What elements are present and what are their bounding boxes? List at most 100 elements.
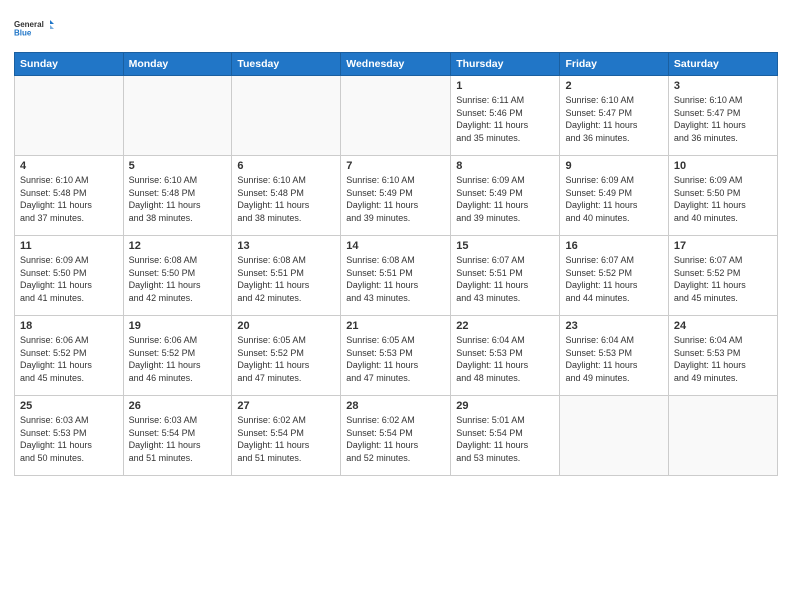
- day-info: Sunrise: 6:09 AMSunset: 5:49 PMDaylight:…: [565, 174, 662, 224]
- day-info: Sunrise: 6:03 AMSunset: 5:53 PMDaylight:…: [20, 414, 118, 464]
- calendar-cell: 2Sunrise: 6:10 AMSunset: 5:47 PMDaylight…: [560, 76, 668, 156]
- day-number: 27: [237, 400, 335, 412]
- day-number: 18: [20, 320, 118, 332]
- day-number: 9: [565, 160, 662, 172]
- day-number: 4: [20, 160, 118, 172]
- calendar-cell: 8 Sunrise: 6:09 AMSunset: 5:49 PMDaylight…: [451, 156, 560, 236]
- calendar-table: SundayMondayTuesdayWednesdayThursdayFrid…: [14, 52, 778, 476]
- day-info: Sunrise: 6:07 AMSunset: 5:52 PMDaylight:…: [674, 254, 772, 304]
- calendar-cell: 6 Sunrise: 6:10 AMSunset: 5:48 PMDaylight…: [232, 156, 341, 236]
- day-number: 23: [565, 320, 662, 332]
- calendar-header-row: SundayMondayTuesdayWednesdayThursdayFrid…: [15, 53, 778, 76]
- page: General Blue SundayMondayTuesdayWednesda…: [0, 0, 792, 612]
- calendar-day-header: Tuesday: [232, 53, 341, 76]
- day-info: Sunrise: 6:05 AMSunset: 5:53 PMDaylight:…: [346, 334, 445, 384]
- calendar-cell: 20 Sunrise: 6:05 AMSunset: 5:52 PMDayligh…: [232, 316, 341, 396]
- day-number: 3: [674, 80, 772, 92]
- day-number: 19: [129, 320, 227, 332]
- calendar-day-header: Monday: [123, 53, 232, 76]
- calendar-cell: 3 Sunrise: 6:10 AMSunset: 5:47 PMDaylight…: [668, 76, 777, 156]
- calendar-week-row: 25 Sunrise: 6:03 AMSunset: 5:53 PMDayligh…: [15, 396, 778, 476]
- calendar-body: 1 Sunrise: 6:11 AMSunset: 5:46 PMDaylight…: [15, 76, 778, 476]
- day-info: Sunrise: 6:02 AMSunset: 5:54 PMDaylight:…: [237, 414, 335, 464]
- day-number: 2: [565, 80, 662, 92]
- day-info: Sunrise: 6:05 AMSunset: 5:52 PMDaylight:…: [237, 334, 335, 384]
- day-number: 26: [129, 400, 227, 412]
- calendar-cell: [341, 76, 451, 156]
- header: General Blue: [14, 10, 778, 46]
- day-number: 16: [565, 240, 662, 252]
- day-number: 25: [20, 400, 118, 412]
- day-number: 14: [346, 240, 445, 252]
- day-info: Sunrise: 6:10 AMSunset: 5:47 PMDaylight:…: [674, 94, 772, 144]
- calendar-week-row: 1 Sunrise: 6:11 AMSunset: 5:46 PMDaylight…: [15, 76, 778, 156]
- day-number: 8: [456, 160, 554, 172]
- day-number: 7: [346, 160, 445, 172]
- calendar-cell: 29Sunrise: 5:01 AMSunset: 5:54 PMDayligh…: [451, 396, 560, 476]
- calendar-cell: 22Sunrise: 6:04 AMSunset: 5:53 PMDayligh…: [451, 316, 560, 396]
- calendar-cell: 18 Sunrise: 6:06 AMSunset: 5:52 PMDayligh…: [15, 316, 124, 396]
- calendar-cell: 5Sunrise: 6:10 AMSunset: 5:48 PMDaylight…: [123, 156, 232, 236]
- day-number: 13: [237, 240, 335, 252]
- calendar-cell: [15, 76, 124, 156]
- calendar-cell: 27 Sunrise: 6:02 AMSunset: 5:54 PMDayligh…: [232, 396, 341, 476]
- day-info: Sunrise: 6:09 AMSunset: 5:50 PMDaylight:…: [674, 174, 772, 224]
- day-number: 20: [237, 320, 335, 332]
- day-number: 28: [346, 400, 445, 412]
- calendar-day-header: Sunday: [15, 53, 124, 76]
- day-info: Sunrise: 6:08 AMSunset: 5:51 PMDaylight:…: [346, 254, 445, 304]
- calendar-cell: 26 Sunrise: 6:03 AMSunset: 5:54 PMDayligh…: [123, 396, 232, 476]
- day-info: Sunrise: 6:04 AMSunset: 5:53 PMDaylight:…: [456, 334, 554, 384]
- day-info: Sunrise: 6:06 AMSunset: 5:52 PMDaylight:…: [20, 334, 118, 384]
- day-info: Sunrise: 6:08 AMSunset: 5:50 PMDaylight:…: [129, 254, 227, 304]
- day-info: Sunrise: 6:10 AMSunset: 5:48 PMDaylight:…: [129, 174, 227, 224]
- calendar-cell: [560, 396, 668, 476]
- calendar-cell: 19 Sunrise: 6:06 AMSunset: 5:52 PMDayligh…: [123, 316, 232, 396]
- calendar-cell: 10 Sunrise: 6:09 AMSunset: 5:50 PMDayligh…: [668, 156, 777, 236]
- day-number: 15: [456, 240, 554, 252]
- day-info: Sunrise: 6:10 AMSunset: 5:48 PMDaylight:…: [20, 174, 118, 224]
- calendar-cell: 9 Sunrise: 6:09 AMSunset: 5:49 PMDaylight…: [560, 156, 668, 236]
- day-info: Sunrise: 6:04 AMSunset: 5:53 PMDaylight:…: [674, 334, 772, 384]
- day-number: 29: [456, 400, 554, 412]
- day-info: Sunrise: 6:09 AMSunset: 5:49 PMDaylight:…: [456, 174, 554, 224]
- logo: General Blue: [14, 10, 54, 46]
- calendar-day-header: Saturday: [668, 53, 777, 76]
- day-info: Sunrise: 6:10 AMSunset: 5:49 PMDaylight:…: [346, 174, 445, 224]
- calendar-cell: 24Sunrise: 6:04 AMSunset: 5:53 PMDayligh…: [668, 316, 777, 396]
- day-number: 6: [237, 160, 335, 172]
- svg-text:Blue: Blue: [14, 29, 32, 38]
- calendar-cell: [123, 76, 232, 156]
- calendar-cell: 4 Sunrise: 6:10 AMSunset: 5:48 PMDaylight…: [15, 156, 124, 236]
- day-info: Sunrise: 6:09 AMSunset: 5:50 PMDaylight:…: [20, 254, 118, 304]
- day-info: Sunrise: 6:02 AMSunset: 5:54 PMDaylight:…: [346, 414, 445, 464]
- day-number: 10: [674, 160, 772, 172]
- day-number: 12: [129, 240, 227, 252]
- day-info: Sunrise: 6:11 AMSunset: 5:46 PMDaylight:…: [456, 94, 554, 144]
- calendar-cell: 13 Sunrise: 6:08 AMSunset: 5:51 PMDayligh…: [232, 236, 341, 316]
- calendar-cell: 12 Sunrise: 6:08 AMSunset: 5:50 PMDayligh…: [123, 236, 232, 316]
- day-info: Sunrise: 6:10 AMSunset: 5:48 PMDaylight:…: [237, 174, 335, 224]
- calendar-cell: 14 Sunrise: 6:08 AMSunset: 5:51 PMDayligh…: [341, 236, 451, 316]
- calendar-cell: 11 Sunrise: 6:09 AMSunset: 5:50 PMDayligh…: [15, 236, 124, 316]
- calendar-day-header: Thursday: [451, 53, 560, 76]
- calendar-cell: 1 Sunrise: 6:11 AMSunset: 5:46 PMDaylight…: [451, 76, 560, 156]
- calendar-cell: 21 Sunrise: 6:05 AMSunset: 5:53 PMDayligh…: [341, 316, 451, 396]
- day-number: 11: [20, 240, 118, 252]
- calendar-cell: 25 Sunrise: 6:03 AMSunset: 5:53 PMDayligh…: [15, 396, 124, 476]
- calendar-cell: 7 Sunrise: 6:10 AMSunset: 5:49 PMDaylight…: [341, 156, 451, 236]
- calendar-day-header: Wednesday: [341, 53, 451, 76]
- svg-text:General: General: [14, 20, 44, 29]
- day-info: Sunrise: 6:07 AMSunset: 5:51 PMDaylight:…: [456, 254, 554, 304]
- calendar-cell: 28 Sunrise: 6:02 AMSunset: 5:54 PMDayligh…: [341, 396, 451, 476]
- day-info: Sunrise: 6:07 AMSunset: 5:52 PMDaylight:…: [565, 254, 662, 304]
- day-number: 1: [456, 80, 554, 92]
- calendar-cell: 15 Sunrise: 6:07 AMSunset: 5:51 PMDayligh…: [451, 236, 560, 316]
- calendar-cell: 23Sunrise: 6:04 AMSunset: 5:53 PMDayligh…: [560, 316, 668, 396]
- day-number: 21: [346, 320, 445, 332]
- day-info: Sunrise: 6:03 AMSunset: 5:54 PMDaylight:…: [129, 414, 227, 464]
- logo-svg: General Blue: [14, 10, 54, 46]
- day-info: Sunrise: 6:06 AMSunset: 5:52 PMDaylight:…: [129, 334, 227, 384]
- day-info: Sunrise: 6:08 AMSunset: 5:51 PMDaylight:…: [237, 254, 335, 304]
- calendar-week-row: 18 Sunrise: 6:06 AMSunset: 5:52 PMDayligh…: [15, 316, 778, 396]
